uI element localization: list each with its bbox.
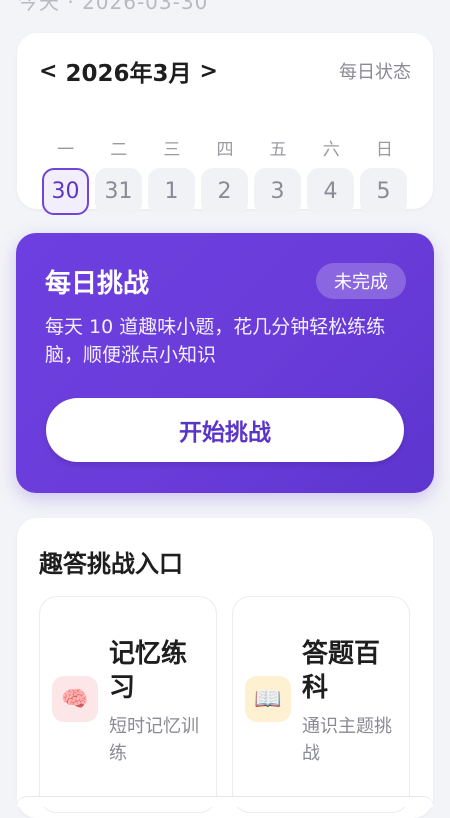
daily-status-link[interactable]: 每日状态 xyxy=(339,58,411,84)
weekday-fri: 五 xyxy=(269,140,287,160)
weekday-tue: 二 xyxy=(110,140,128,160)
tile-subtitle: 短时记忆训练 xyxy=(109,716,199,764)
prev-month-button[interactable]: < xyxy=(39,59,57,84)
weekday-thu: 四 xyxy=(216,140,234,160)
tile-title: 答题百科 xyxy=(302,639,381,703)
date-cell[interactable]: 3 xyxy=(254,168,301,215)
date-cell[interactable]: 2 xyxy=(201,168,248,215)
quiz-entry-card: 趣答挑战入口 🧠 记忆练习 短时记忆训练 📖 答题百科 通识主题挑战 xyxy=(17,518,433,818)
top-partial-date: 今天 · 2026-03-30 xyxy=(18,0,209,14)
challenge-title: 每日挑战 xyxy=(45,269,150,299)
month-navigator: < 2026年3月 > xyxy=(39,54,218,88)
calendar-header: < 2026年3月 > 每日状态 xyxy=(39,54,411,88)
date-cell[interactable]: 5 xyxy=(360,168,407,215)
date-cell[interactable]: 4 xyxy=(307,168,354,215)
calendar-card: < 2026年3月 > 每日状态 一 二 三 四 五 六 日 30 31 1 2… xyxy=(17,33,433,215)
date-row: 30 31 1 2 3 4 5 xyxy=(42,168,414,215)
weekday-wed: 三 xyxy=(163,140,181,160)
daily-challenge-card: 每日挑战 未完成 每天 10 道趣味小题，花几分钟轻松练练脑，顺便涨点小知识 开… xyxy=(16,233,434,493)
date-cell-selected[interactable]: 30 xyxy=(42,168,89,215)
weekday-row: 一 二 三 四 五 六 日 xyxy=(42,135,408,160)
challenge-description: 每天 10 道趣味小题，花几分钟轻松练练脑，顺便涨点小知识 xyxy=(45,316,386,366)
brain-icon: 🧠 xyxy=(52,676,98,722)
next-month-button[interactable]: > xyxy=(199,59,217,84)
weekday-mon: 一 xyxy=(57,140,75,160)
weekday-sun: 日 xyxy=(375,140,393,160)
entry-section-title: 趣答挑战入口 xyxy=(39,550,183,578)
month-label: 2026年3月 xyxy=(65,61,192,87)
date-cell[interactable]: 31 xyxy=(95,168,142,215)
weekday-sat: 六 xyxy=(322,140,340,160)
tile-subtitle: 通识主题挑战 xyxy=(302,716,392,764)
start-challenge-button[interactable]: 开始挑战 xyxy=(46,398,404,462)
status-badge: 未完成 xyxy=(316,263,406,299)
tile-title: 记忆练习 xyxy=(109,639,188,703)
next-card-edge xyxy=(17,796,433,807)
book-icon: 📖 xyxy=(245,676,291,722)
quiz-encyclopedia-tile[interactable]: 📖 答题百科 通识主题挑战 xyxy=(232,596,410,813)
memory-practice-tile[interactable]: 🧠 记忆练习 短时记忆训练 xyxy=(39,596,217,813)
date-cell[interactable]: 1 xyxy=(148,168,195,215)
